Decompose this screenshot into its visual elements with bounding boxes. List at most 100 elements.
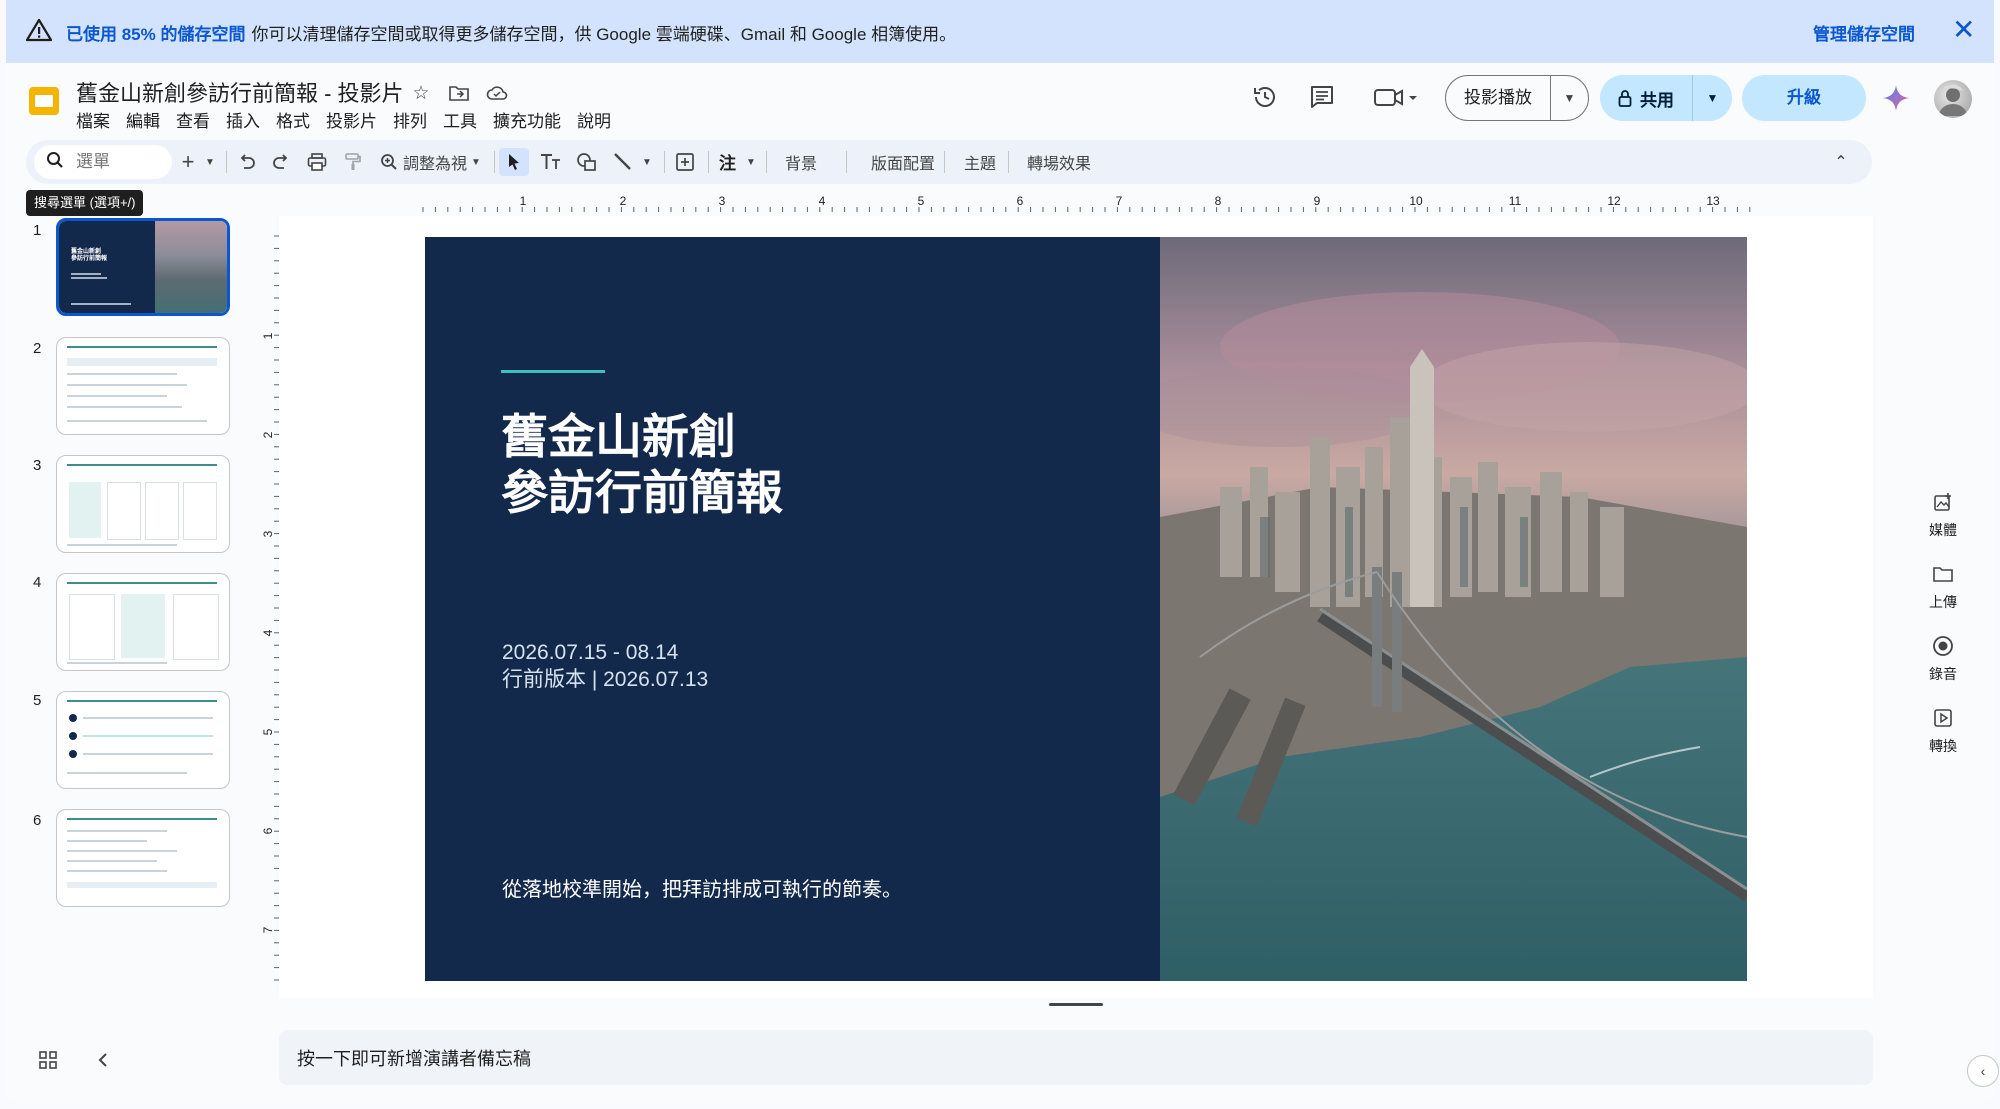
ruler-label: 11 [1509, 194, 1522, 208]
line-dropdown-icon[interactable]: ▼ [640, 148, 654, 176]
menu-file[interactable]: 檔案 [76, 107, 118, 132]
side-media-button[interactable]: 媒體 [1920, 490, 1966, 540]
speaker-notes-placeholder: 按一下即可新增演講者備忘稿 [297, 1049, 531, 1069]
version-history-icon[interactable] [1250, 82, 1280, 112]
city-bridge-image[interactable] [1160, 237, 1747, 981]
new-slide-dropdown-icon[interactable]: ▼ [202, 148, 218, 176]
ruler-label: 2 [620, 194, 627, 208]
redo-icon[interactable] [266, 148, 296, 176]
slide-number: 1 [33, 222, 42, 239]
ruler-label: 8 [1215, 194, 1222, 208]
text-box-icon[interactable] [536, 148, 566, 176]
menu-search[interactable] [34, 145, 172, 179]
slide-thumbnail-6[interactable] [56, 809, 230, 907]
move-folder-icon[interactable] [446, 80, 472, 106]
side-convert-button[interactable]: 轉換 [1920, 706, 1966, 756]
close-icon[interactable]: ✕ [1952, 16, 1975, 44]
ruler-label: 6 [261, 827, 275, 834]
ruler-label: 10 [1409, 194, 1423, 208]
print-icon[interactable] [302, 148, 332, 176]
vertical-ruler: 1 2 3 4 5 6 7 [261, 235, 279, 981]
line-icon[interactable] [608, 148, 638, 176]
document-title[interactable]: 舊金山新創參訪行前簡報 - 投影片 [76, 76, 404, 108]
speaker-notes[interactable]: 按一下即可新增演講者備忘稿 [279, 1030, 1873, 1085]
side-record-button[interactable]: 錄音 [1920, 634, 1966, 684]
ruler-label: 4 [261, 629, 275, 636]
menu-view[interactable]: 查看 [168, 107, 218, 132]
current-slide[interactable]: 舊金山新創 參訪行前簡報 2026.07.15 - 08.14 行前版本 | 2… [425, 237, 1747, 981]
share-main[interactable]: 共用 [1600, 75, 1693, 121]
comments-icon[interactable] [1307, 82, 1337, 112]
share-button[interactable]: 共用 ▼ [1600, 75, 1732, 121]
ruler-label: 3 [719, 194, 726, 208]
collapse-toolbar-icon[interactable]: ⌃ [1826, 148, 1856, 176]
slide-title-line-2: 參訪行前簡報 [501, 466, 783, 519]
menu-tools[interactable]: 工具 [435, 107, 485, 132]
menu-extensions[interactable]: 擴充功能 [485, 107, 569, 132]
slide-thumbnail-2[interactable] [56, 337, 230, 435]
undo-icon[interactable] [232, 148, 262, 176]
zoom-icon[interactable] [374, 148, 404, 176]
insert-comment-icon[interactable] [670, 148, 700, 176]
zoom-label: 調整為視 [403, 156, 468, 173]
banner-message: 已使用 85% 的儲存空間 你可以清理儲存空間或取得更多儲存空間，供 Google… [66, 20, 956, 45]
list-dropdown-icon[interactable]: ▼ [744, 148, 758, 176]
notes-resize-handle[interactable] [1049, 1003, 1103, 1006]
ruler-label: 5 [261, 728, 275, 735]
menu-insert[interactable]: 插入 [218, 107, 268, 132]
warning-icon [25, 18, 53, 47]
menu-arrange[interactable]: 排列 [385, 107, 435, 132]
side-upload-button[interactable]: 上傳 [1920, 562, 1966, 612]
zoom-select[interactable]: 調整為視 ▼ [403, 148, 481, 176]
menu-search-input[interactable] [74, 151, 158, 173]
slide-thumbnail-5[interactable] [56, 691, 230, 789]
slide-thumbnail-3[interactable] [56, 455, 230, 553]
menu-format[interactable]: 格式 [268, 107, 318, 132]
cloud-saved-icon[interactable] [484, 80, 510, 106]
slides-logo-icon[interactable] [27, 84, 61, 118]
menu-slide[interactable]: 投影片 [318, 107, 385, 132]
layout-button[interactable]: 版面配置 [871, 148, 935, 176]
menu-help[interactable]: 說明 [569, 107, 619, 132]
slide-thumbnail-4[interactable] [56, 573, 230, 671]
slide-number: 2 [33, 340, 42, 357]
gemini-icon[interactable] [1882, 84, 1910, 117]
grid-view-icon[interactable] [38, 1050, 58, 1075]
slide-thumbnail-1[interactable]: 舊金山新創 參訪行前簡報 [56, 218, 230, 316]
paint-format-icon[interactable] [338, 148, 368, 176]
slide-version: 行前版本 | 2026.07.13 [502, 668, 709, 691]
media-label: 媒體 [1929, 522, 1957, 538]
ruler-label: 9 [1314, 194, 1321, 208]
upgrade-button[interactable]: 升級 [1742, 75, 1866, 121]
horizontal-ruler: 1 2 3 4 5 6 7 8 9 10 11 12 13 [422, 194, 1751, 212]
ruler-label: 7 [1116, 194, 1123, 208]
zoom-dropdown-icon: ▼ [471, 156, 481, 168]
slide-tagline[interactable]: 從落地校準開始，把拜訪排成可執行的節奏。 [502, 873, 902, 902]
meet-video-icon[interactable] [1372, 82, 1420, 112]
transition-button[interactable]: 轉場效果 [1027, 148, 1091, 176]
menu-bar: 檔案 編輯 查看 插入 格式 投影片 排列 工具 擴充功能 說明 [76, 107, 619, 132]
background-button[interactable]: 背景 [785, 148, 817, 176]
search-menu-tooltip: 搜尋選單 (選項+/) [26, 190, 144, 216]
select-cursor-icon[interactable] [499, 148, 529, 176]
star-icon[interactable]: ☆ [408, 80, 434, 106]
slide-title-line-1: 舊金山新創 [501, 410, 736, 463]
present-dropdown-icon[interactable]: ▼ [1551, 91, 1588, 105]
shape-icon[interactable] [572, 148, 602, 176]
collapse-filmstrip-icon[interactable] [96, 1050, 110, 1075]
slide-title[interactable]: 舊金山新創 參訪行前簡報 [501, 409, 783, 521]
convert-label: 轉換 [1929, 738, 1957, 754]
menu-edit[interactable]: 編輯 [118, 107, 168, 132]
slide-subtitle[interactable]: 2026.07.15 - 08.14 行前版本 | 2026.07.13 [502, 639, 708, 693]
title-accent-line [501, 370, 605, 373]
present-button[interactable]: 投影播放 ▼ [1445, 75, 1589, 121]
share-dropdown-icon[interactable]: ▼ [1693, 91, 1732, 105]
new-slide-icon[interactable]: + [176, 148, 200, 176]
manage-storage-link[interactable]: 管理儲存空間 [1813, 20, 1915, 45]
avatar[interactable] [1934, 80, 1972, 118]
present-label[interactable]: 投影播放 [1446, 76, 1551, 120]
collapse-side-panel-icon[interactable]: ‹ [1967, 1055, 1999, 1087]
bulleted-list-icon[interactable]: 注 [714, 148, 744, 176]
toolbar: + ▼ 調整為視▼ ▼ 注 ▼ 背景 版面配置 主題 轉場效果 ⌃ [26, 140, 1872, 184]
theme-button[interactable]: 主題 [964, 148, 996, 176]
